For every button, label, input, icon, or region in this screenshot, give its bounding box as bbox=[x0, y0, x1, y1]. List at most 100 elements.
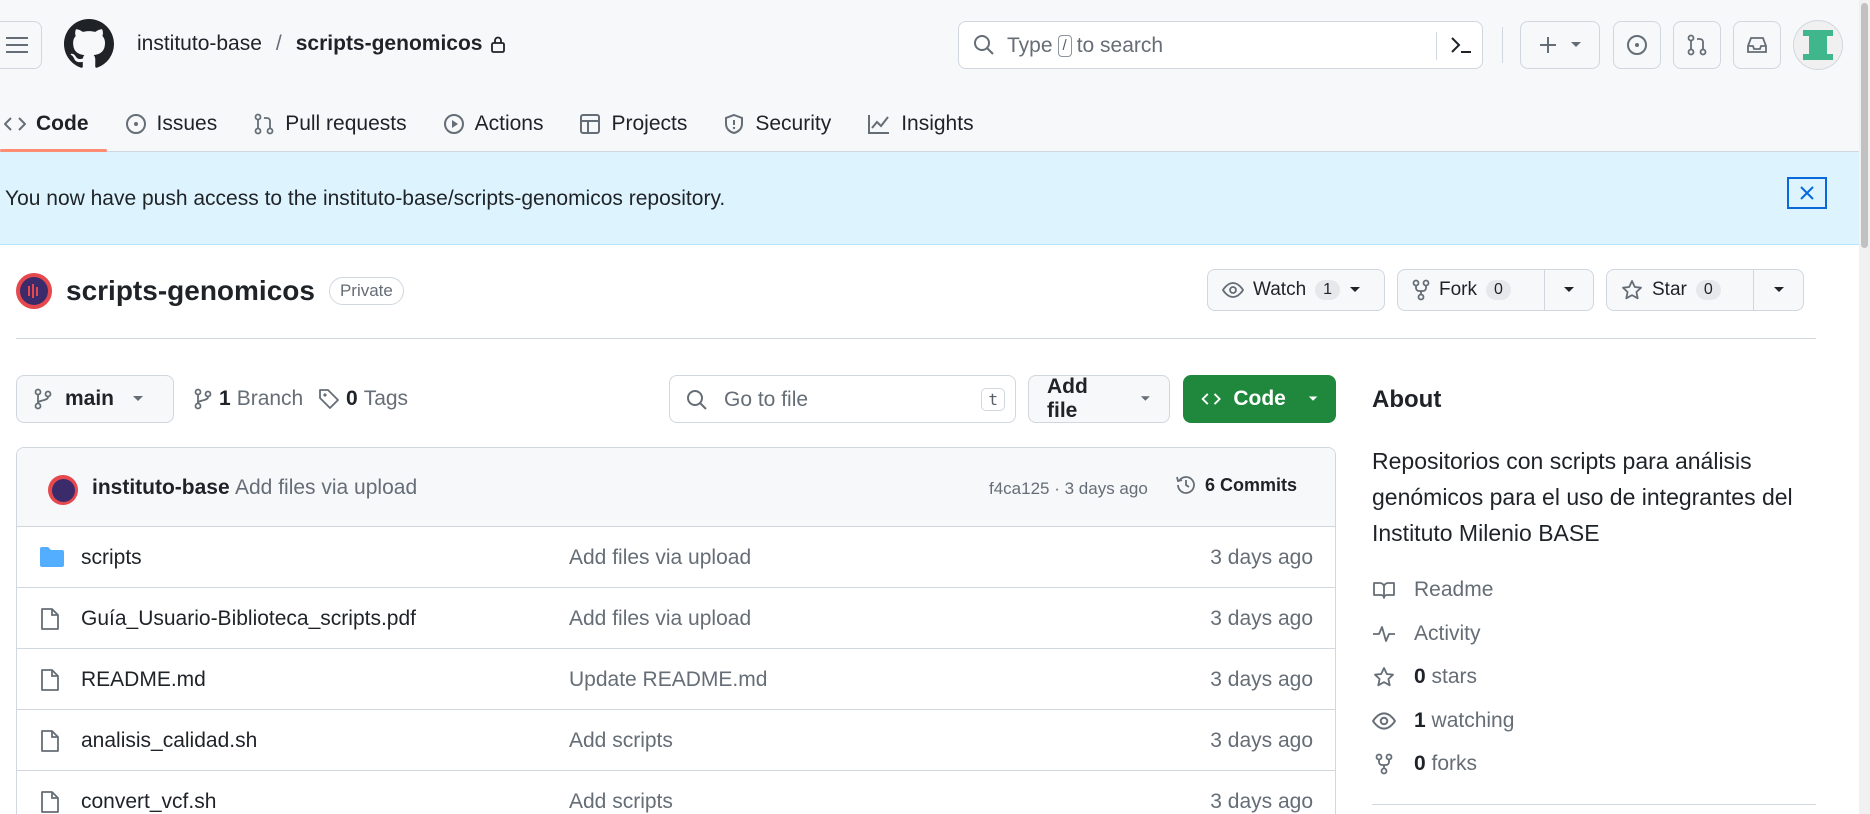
tab-code[interactable]: Code bbox=[0, 96, 107, 152]
branch-name: main bbox=[65, 387, 115, 410]
table-row[interactable]: README.md Update README.md 3 days ago bbox=[17, 649, 1335, 710]
table-row[interactable]: Guía_Usuario-Biblioteca_scripts.pdf Add … bbox=[17, 588, 1335, 649]
breadcrumb: instituto-base / scripts-genomicos bbox=[137, 32, 506, 56]
github-logo-icon[interactable] bbox=[64, 19, 114, 69]
command-palette-icon[interactable] bbox=[1449, 34, 1473, 56]
menu-button[interactable] bbox=[0, 21, 42, 69]
go-to-file-input[interactable]: Go to file t bbox=[669, 375, 1016, 423]
inbox-icon bbox=[1747, 37, 1767, 53]
branches-link[interactable]: 1 Branch bbox=[193, 387, 303, 411]
user-avatar[interactable] bbox=[1793, 20, 1843, 70]
eye-icon bbox=[1222, 282, 1244, 298]
activity-link[interactable]: Activity bbox=[1372, 622, 1481, 646]
org-avatar[interactable] bbox=[16, 273, 52, 309]
dismiss-banner-button[interactable] bbox=[1787, 177, 1827, 209]
file-commit-message[interactable]: Add files via upload bbox=[569, 607, 751, 631]
search-icon bbox=[974, 35, 994, 55]
folder-icon bbox=[40, 547, 64, 567]
caret-down-icon bbox=[1571, 42, 1581, 47]
pull-requests-button[interactable] bbox=[1673, 21, 1721, 69]
file-date: 3 days ago bbox=[1210, 729, 1313, 752]
forks-label: forks bbox=[1431, 752, 1478, 775]
issue-icon bbox=[125, 114, 146, 134]
table-row[interactable]: analisis_calidad.sh Add scripts 3 days a… bbox=[17, 710, 1335, 771]
readme-link[interactable]: Readme bbox=[1372, 578, 1493, 602]
add-file-button[interactable]: Add file bbox=[1028, 375, 1170, 423]
caret-down-icon bbox=[1564, 287, 1575, 292]
branch-select-button[interactable]: main bbox=[16, 375, 174, 423]
create-new-button[interactable] bbox=[1520, 21, 1600, 69]
issues-button[interactable] bbox=[1613, 21, 1661, 69]
star-button[interactable]: Star 0 bbox=[1607, 270, 1753, 310]
file-commit-message[interactable]: Add scripts bbox=[569, 790, 673, 814]
tags-label: Tags bbox=[363, 387, 409, 410]
tab-issues[interactable]: Issues bbox=[107, 96, 236, 152]
file-name[interactable]: README.md bbox=[81, 668, 206, 692]
file-commit-message[interactable]: Update README.md bbox=[569, 668, 767, 692]
star-button-group: Star 0 bbox=[1606, 269, 1804, 311]
table-row[interactable]: scripts Add files via upload 3 days ago bbox=[17, 527, 1335, 588]
fork-icon bbox=[1412, 279, 1430, 301]
commit-author[interactable]: instituto-base bbox=[92, 476, 230, 500]
watch-button[interactable]: Watch 1 bbox=[1208, 270, 1384, 310]
pull-request-icon bbox=[254, 113, 274, 135]
repo-title[interactable]: scripts-genomicos bbox=[66, 275, 315, 307]
tab-label: Pull requests bbox=[285, 112, 407, 135]
tags-count: 0 bbox=[346, 387, 358, 410]
about-divider bbox=[1372, 804, 1816, 805]
tab-pull-requests[interactable]: Pull requests bbox=[235, 96, 424, 152]
commit-hash-age[interactable]: f4ca125 · 3 days ago bbox=[989, 479, 1148, 499]
table-row[interactable]: convert_vcf.sh Add scripts 3 days ago bbox=[17, 771, 1335, 814]
stars-link[interactable]: 0 stars bbox=[1372, 665, 1477, 689]
tab-security[interactable]: Security bbox=[705, 96, 849, 152]
scrollbar-thumb[interactable] bbox=[1861, 3, 1868, 248]
branch-icon bbox=[194, 388, 212, 410]
star-icon bbox=[1622, 280, 1642, 300]
search-placeholder: Type / to search bbox=[1007, 34, 1163, 58]
search-shortcut-key: / bbox=[1057, 35, 1072, 57]
tab-projects[interactable]: Projects bbox=[561, 96, 705, 152]
search-input[interactable]: Type / to search bbox=[958, 21, 1483, 69]
visibility-badge: Private bbox=[328, 277, 404, 305]
commit-message[interactable]: Add files via upload bbox=[235, 476, 417, 500]
commit-author-avatar[interactable] bbox=[48, 475, 78, 505]
fork-button-group: Fork 0 bbox=[1397, 269, 1594, 311]
tags-link[interactable]: 0 Tags bbox=[318, 387, 408, 411]
tab-label: Code bbox=[36, 112, 89, 135]
file-commit-message[interactable]: Add files via upload bbox=[569, 546, 751, 570]
file-name[interactable]: Guía_Usuario-Biblioteca_scripts.pdf bbox=[81, 607, 416, 631]
owner-link[interactable]: instituto-base bbox=[137, 32, 262, 56]
tab-insights[interactable]: Insights bbox=[849, 96, 991, 152]
file-name[interactable]: convert_vcf.sh bbox=[81, 790, 216, 814]
forks-link[interactable]: 0 forks bbox=[1372, 752, 1477, 776]
watching-label: watching bbox=[1431, 709, 1515, 732]
fork-button[interactable]: Fork 0 bbox=[1398, 270, 1544, 310]
file-date: 3 days ago bbox=[1210, 668, 1313, 691]
tab-actions[interactable]: Actions bbox=[425, 96, 562, 152]
star-icon bbox=[1374, 667, 1394, 687]
star-dropdown-button[interactable] bbox=[1753, 270, 1803, 310]
watching-link[interactable]: 1 watching bbox=[1372, 709, 1514, 733]
search-icon bbox=[687, 390, 707, 410]
repo-title-row: scripts-genomicos Private bbox=[16, 273, 404, 309]
code-icon bbox=[1201, 393, 1221, 405]
commits-link[interactable]: 6 Commits bbox=[1175, 474, 1297, 496]
file-commit-message[interactable]: Add scripts bbox=[569, 729, 673, 753]
commit-author-avatar-inner bbox=[51, 478, 75, 502]
caret-down-icon bbox=[1141, 396, 1151, 401]
inbox-button[interactable] bbox=[1733, 21, 1781, 69]
readme-label: Readme bbox=[1414, 578, 1494, 601]
branches-label: Branch bbox=[236, 387, 304, 410]
search-prefix: Type bbox=[1007, 34, 1053, 57]
banner-message: You now have push access to the institut… bbox=[5, 187, 726, 210]
code-button[interactable]: Code bbox=[1183, 375, 1336, 423]
page-scrollbar[interactable] bbox=[1859, 0, 1870, 814]
file-name[interactable]: analisis_calidad.sh bbox=[81, 729, 257, 753]
add-file-label: Add file bbox=[1047, 375, 1088, 422]
fork-dropdown-button[interactable] bbox=[1544, 270, 1593, 310]
repo-link[interactable]: scripts-genomicos bbox=[296, 32, 483, 56]
file-name[interactable]: scripts bbox=[81, 546, 142, 570]
fork-label: Fork bbox=[1439, 279, 1477, 300]
file-date: 3 days ago bbox=[1210, 790, 1313, 813]
file-date: 3 days ago bbox=[1210, 546, 1313, 569]
